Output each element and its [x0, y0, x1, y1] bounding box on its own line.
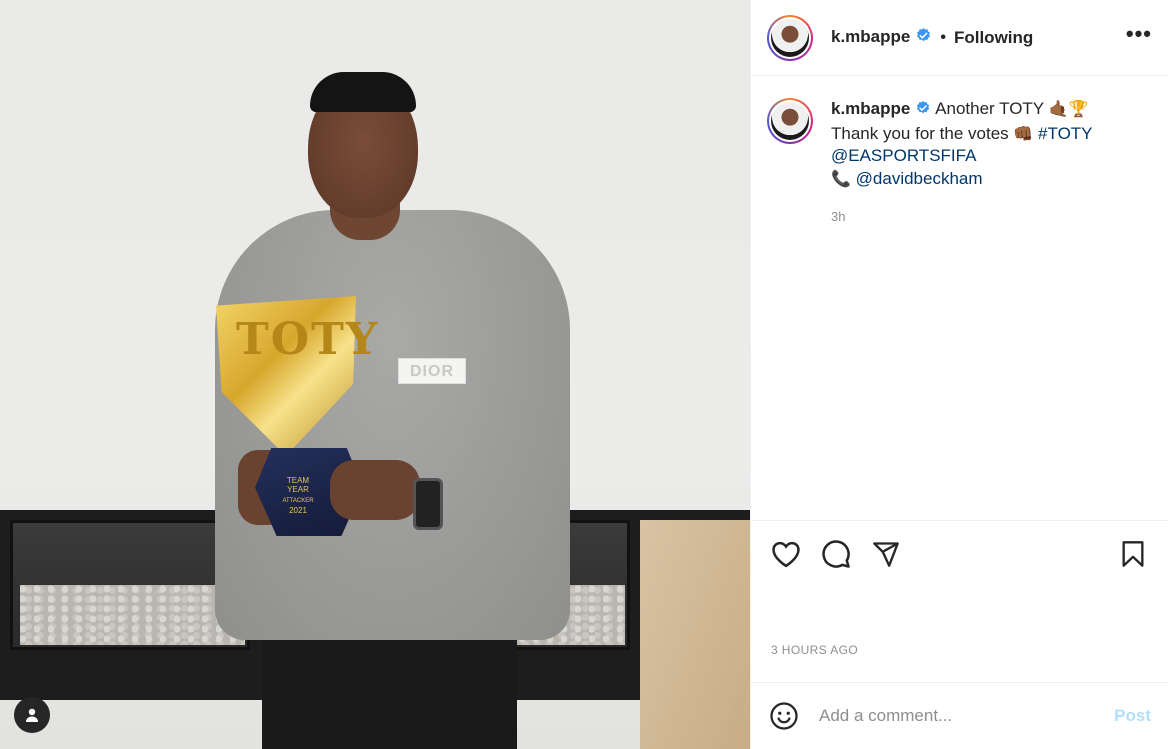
trophy-base-line4: 2021	[289, 506, 307, 515]
user-tag-icon	[26, 708, 38, 722]
mention-easportsfifa-link[interactable]: @EASPORTSFIFA	[831, 146, 976, 165]
caption-time-ago[interactable]: 3h	[831, 206, 1093, 229]
hashtag-link[interactable]: #TOTY	[1038, 124, 1092, 143]
trophy-base-line1: TEAM	[286, 476, 310, 485]
mention-davidbeckham-link[interactable]: @davidbeckham	[856, 169, 983, 188]
caption-line1-text: Another TOTY	[935, 99, 1044, 118]
user-tags-button[interactable]	[14, 697, 50, 733]
caption-verified-badge-icon	[915, 100, 931, 123]
comment-icon	[822, 540, 850, 568]
post-comment-button[interactable]: Post	[1114, 706, 1151, 726]
wristwatch	[413, 478, 443, 530]
post-photo[interactable]: DIOR TOTY TEAM YEAR ATTACKER 2021	[0, 0, 750, 749]
save-button[interactable]	[1116, 537, 1150, 571]
trophy-base-line2: YEAR	[287, 485, 309, 494]
comment-button[interactable]	[819, 537, 853, 571]
following-button[interactable]: Following	[954, 28, 1033, 48]
emoji-picker-button[interactable]	[769, 701, 799, 731]
smiley-icon	[770, 702, 798, 730]
trophy-letters: TOTY	[236, 314, 380, 365]
trophy-base-line3: ATTACKER	[282, 498, 314, 504]
fireplace-stones-left	[20, 585, 245, 645]
author-avatar[interactable]	[767, 14, 813, 61]
trophy-base-text: TEAM YEAR ATTACKER 2021	[276, 476, 320, 515]
caption-line1-emoji: 🤙🏾🏆	[1048, 99, 1089, 118]
more-options-button[interactable]: •••	[1126, 22, 1152, 47]
header-separator: •	[940, 28, 946, 46]
wooden-floor	[640, 520, 750, 749]
share-icon	[873, 542, 899, 567]
person-right-hand	[330, 460, 420, 520]
heart-icon	[772, 541, 800, 568]
like-button[interactable]	[769, 537, 803, 571]
post-header: k.mbappe • Following •••	[751, 0, 1168, 76]
verified-badge-icon	[915, 27, 932, 49]
caption-area: k.mbappe Another TOTY 🤙🏾🏆 Thank you for …	[751, 76, 1168, 520]
action-bar: 3 HOURS AGO	[751, 520, 1168, 657]
caption-author-avatar[interactable]	[767, 98, 813, 144]
caption-line4-emoji: 📞	[831, 168, 851, 188]
comment-input[interactable]	[819, 706, 1115, 726]
caption-line2-text: Thank you for the votes	[831, 123, 1009, 143]
author-username-link[interactable]: k.mbappe	[831, 27, 932, 49]
comment-form: Post	[751, 682, 1168, 749]
bookmark-icon	[1122, 541, 1144, 567]
share-button[interactable]	[869, 537, 903, 571]
caption-line2-emoji: 👊🏾	[1013, 123, 1034, 143]
author-username[interactable]: k.mbappe	[831, 27, 910, 46]
caption-username[interactable]: k.mbappe	[831, 99, 910, 118]
person-hair	[310, 72, 416, 112]
caption: k.mbappe Another TOTY 🤙🏾🏆 Thank you for …	[831, 98, 1093, 520]
sweatshirt-patch: DIOR	[398, 358, 466, 384]
post-timestamp[interactable]: 3 HOURS AGO	[771, 643, 858, 657]
post-details-panel: k.mbappe • Following ••• k.mbappe Anothe…	[750, 0, 1168, 749]
